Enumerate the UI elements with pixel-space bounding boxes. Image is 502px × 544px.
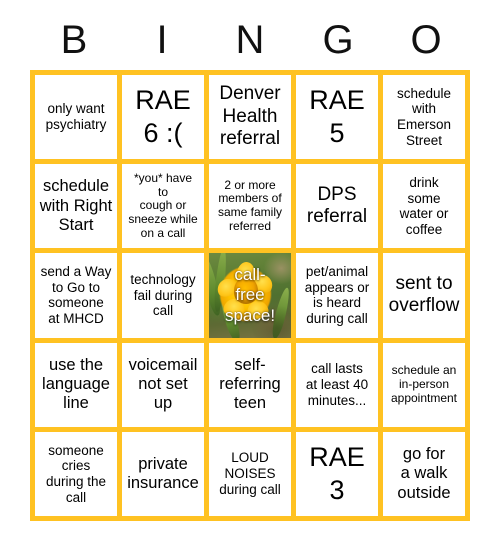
bingo-cell-r1-c3[interactable]: Denver Health referral — [209, 75, 291, 160]
bingo-cell-label: go for a walk outside — [397, 444, 451, 502]
bingo-cell-label: self- referring teen — [219, 355, 281, 413]
bingo-cell-r2-c1[interactable]: schedule with Right Start — [35, 164, 117, 249]
bingo-cell-label: DPS referral — [306, 183, 368, 228]
bingo-header-letter-n: N — [235, 18, 265, 62]
bingo-header-row: BINGO — [30, 12, 470, 68]
bingo-cell-r3-c2[interactable]: technology fail during call — [122, 253, 204, 338]
bingo-cell-label: RAE 5 — [309, 85, 365, 149]
bingo-cell-r1-c2[interactable]: RAE 6 :( — [122, 75, 204, 160]
bingo-cell-r1-c5[interactable]: schedule with Emerson Street — [383, 75, 465, 160]
bingo-cell-r2-c3[interactable]: 2 or more members of same family referre… — [209, 164, 291, 249]
bingo-cell-r3-c4[interactable]: pet/animal appears or is heard during ca… — [296, 253, 378, 338]
bingo-cell-r5-c4[interactable]: RAE 3 — [296, 431, 378, 516]
bingo-cell-r4-c3[interactable]: self- referring teen — [209, 342, 291, 427]
bingo-cell-r4-c1[interactable]: use the language line — [35, 342, 117, 427]
bingo-cell-r5-c3[interactable]: LOUD NOISES during call — [209, 431, 291, 516]
bingo-cell-label: RAE 6 :( — [135, 85, 191, 149]
bingo-cell-label: schedule with Right Start — [39, 177, 113, 234]
bingo-cell-label: only want psychiatry — [45, 101, 107, 133]
bingo-cell-label: schedule with Emerson Street — [396, 85, 452, 148]
bingo-header-letter-i: I — [156, 18, 168, 62]
bingo-cell-label: send a Way to Go to someone at MHCD — [40, 264, 112, 327]
bingo-cell-r4-c2[interactable]: voicemail not set up — [122, 342, 204, 427]
bingo-cell-label: *you* have to cough or sneeze while on a… — [128, 170, 198, 240]
bingo-cell-label: use the language line — [42, 355, 110, 413]
bingo-cell-label: LOUD NOISES during call — [219, 450, 281, 497]
bingo-header-letter-o: O — [410, 18, 442, 62]
bingo-cell-r2-c5[interactable]: drink some water or coffee — [383, 164, 465, 249]
bingo-cell-r3-c1[interactable]: send a Way to Go to someone at MHCD — [35, 253, 117, 338]
bingo-cell-label: someone cries during the call — [45, 442, 107, 505]
bingo-cell-label: Denver Health referral — [219, 83, 281, 150]
bingo-header-letter-g: G — [322, 18, 354, 62]
bingo-cell-label: 2 or more members of same family referre… — [217, 177, 282, 234]
free-space-label: call- free space! — [224, 264, 276, 325]
bingo-free-space-cell[interactable]: call- free space! — [209, 253, 291, 338]
bingo-grid: only want psychiatry RAE 6 :( Denver Healt… — [30, 70, 470, 521]
bingo-cell-r3-c5[interactable]: sent to overflow — [383, 253, 465, 338]
bingo-cell-r5-c2[interactable]: private insurance — [122, 431, 204, 516]
bingo-cell-r1-c1[interactable]: only want psychiatry — [35, 75, 117, 160]
bingo-cell-label: private insurance — [127, 454, 199, 492]
bingo-cell-label: drink some water or coffee — [399, 174, 449, 237]
bingo-cell-label: pet/animal appears or is heard during ca… — [304, 264, 370, 327]
bingo-card: B I N G O only want psychiatry RAE 6 :( Denver… — [0, 0, 502, 544]
bingo-cell-r5-c5[interactable]: go for a walk outside — [383, 431, 465, 516]
bingo-cell-label: schedule an in-person appointment — [390, 363, 458, 405]
bingo-cell-label: RAE 3 — [309, 441, 365, 505]
bingo-cell-label: call lasts at least 40 minutes... — [305, 361, 369, 408]
bingo-cell-r2-c4[interactable]: DPS referral — [296, 164, 378, 249]
bingo-cell-label: voicemail not set up — [128, 355, 198, 413]
bingo-cell-label: sent to overflow — [388, 273, 460, 317]
bingo-cell-r1-c4[interactable]: RAE 5 — [296, 75, 378, 160]
bingo-cell-label: technology fail during call — [130, 272, 196, 319]
bingo-cell-r4-c5[interactable]: schedule an in-person appointment — [383, 342, 465, 427]
bingo-cell-r5-c1[interactable]: someone cries during the call — [35, 431, 117, 516]
bingo-cell-r2-c2[interactable]: *you* have to cough or sneeze while on a… — [122, 164, 204, 249]
bingo-cell-r4-c4[interactable]: call lasts at least 40 minutes... — [296, 342, 378, 427]
bingo-header-letter-b: B — [60, 18, 88, 62]
